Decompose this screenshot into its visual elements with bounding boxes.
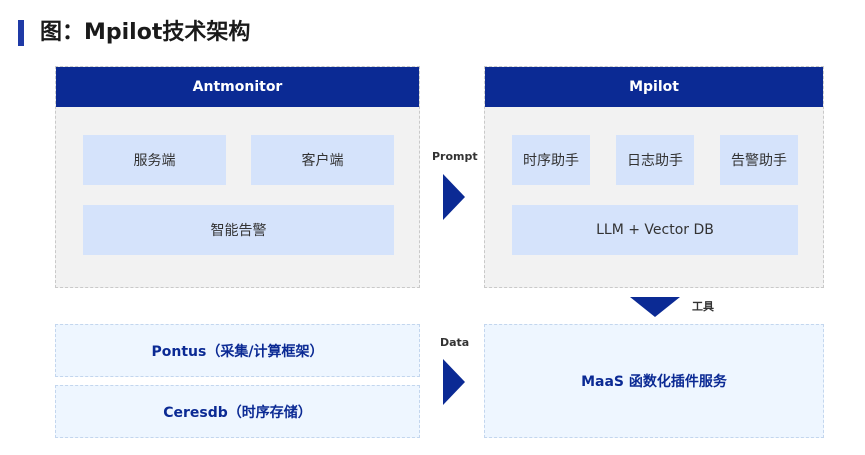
ceresdb-lane: Ceresdb（时序存储） xyxy=(55,385,420,438)
page-title: 图：Mpilot技术架构 xyxy=(40,20,251,45)
data-label: Data xyxy=(440,336,470,349)
llm-vectordb-box: LLM + Vector DB xyxy=(512,205,798,255)
alert-assistant-box: 告警助手 xyxy=(720,135,798,185)
data-arrow-icon xyxy=(443,359,465,405)
pontus-lane: Pontus（采集/计算框架） xyxy=(55,324,420,377)
timeseries-assistant-box: 时序助手 xyxy=(512,135,590,185)
server-box: 服务端 xyxy=(83,135,226,185)
mpilot-header: Mpilot xyxy=(485,67,823,107)
client-box: 客户端 xyxy=(251,135,394,185)
prompt-arrow-icon xyxy=(443,174,465,220)
smart-alert-box: 智能告警 xyxy=(83,205,394,255)
antmonitor-header: Antmonitor xyxy=(56,67,419,107)
title-accent-bar xyxy=(18,20,24,46)
antmonitor-panel: Antmonitor 服务端 客户端 智能告警 xyxy=(55,66,420,288)
mpilot-panel: Mpilot 时序助手 日志助手 告警助手 LLM + Vector DB xyxy=(484,66,824,288)
maas-service-box: MaaS 函数化插件服务 xyxy=(484,324,824,438)
tools-arrow-icon xyxy=(630,297,680,317)
log-assistant-box: 日志助手 xyxy=(616,135,694,185)
prompt-label: Prompt xyxy=(432,150,478,163)
tools-label: 工具 xyxy=(692,300,714,313)
